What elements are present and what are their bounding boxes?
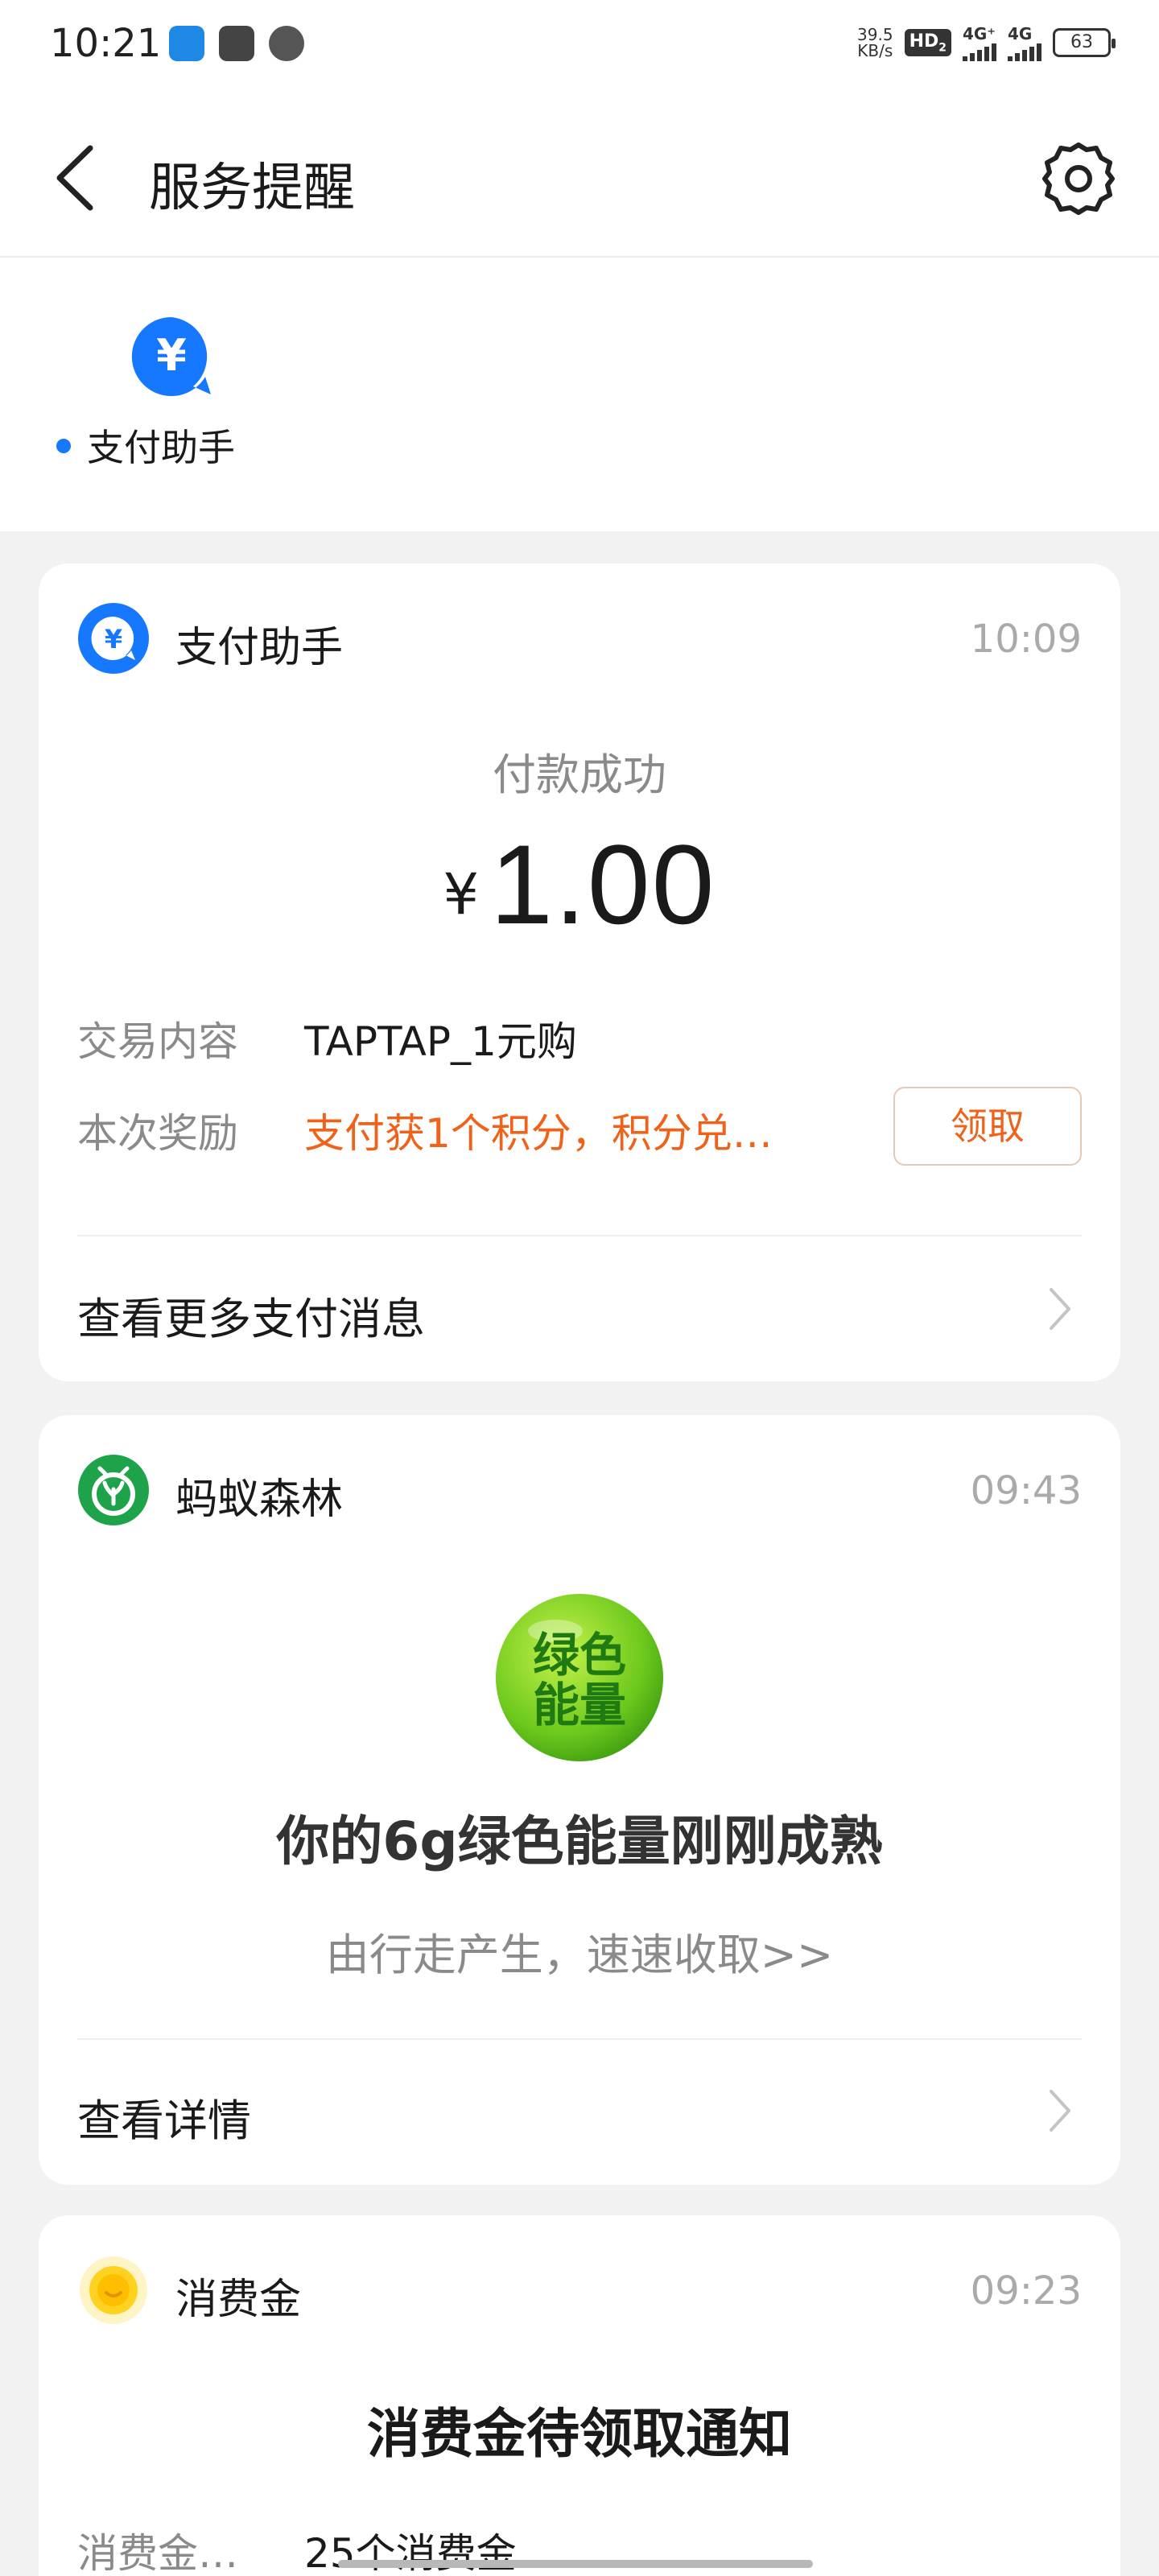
- yen-chat-icon: ¥: [131, 316, 211, 396]
- coupon-title: 消费金待领取通知: [367, 2403, 792, 2465]
- consumption-gold-card[interactable]: 消费金 09:23 消费金待领取通知 消费金… 25个消费金: [39, 2215, 1120, 2576]
- signal-icon: 4G⁺: [963, 24, 996, 61]
- chevron-right-icon: [1050, 2090, 1070, 2132]
- card-time: 10:09: [970, 617, 1082, 662]
- card-time: 09:23: [970, 2268, 1082, 2314]
- ant-forest-card[interactable]: 蚂蚁森林 09:43 绿色 能量 你的6g绿色能量刚刚成熟 由行走产生，速速收取…: [39, 1415, 1120, 2185]
- reward-label: 本次奖励: [77, 1110, 238, 1157]
- green-energy-ball-icon: 绿色 能量: [496, 1594, 663, 1761]
- link-label: 查看更多支付消息: [77, 1294, 425, 1344]
- net-speed: 39.5 KB/s: [857, 25, 893, 60]
- settings-button[interactable]: [1038, 138, 1119, 219]
- link-label: 查看详情: [77, 2095, 251, 2146]
- card-source-name: 蚂蚁森林: [175, 1476, 344, 1524]
- chevron-left-icon: [56, 145, 93, 211]
- energy-subtitle[interactable]: 由行走产生，速速收取>>: [39, 1919, 1120, 1983]
- payment-card[interactable]: ¥ 支付助手 10:09 付款成功 ¥1.00 交易内容 TAPTAP_1元购 …: [39, 564, 1120, 1381]
- hd-icon: HD2: [904, 28, 951, 57]
- coupon-label: 消费金…: [77, 2530, 238, 2576]
- claim-button[interactable]: 领取: [893, 1087, 1082, 1166]
- view-details-link[interactable]: 查看详情: [77, 2067, 1082, 2156]
- energy-title: 你的6g绿色能量刚刚成熟: [276, 1810, 883, 1872]
- content-value: TAPTAP_1元购: [304, 1018, 577, 1065]
- status-right: 39.5 KB/s HD2 4G⁺ 4G 63: [857, 24, 1116, 61]
- svg-text:能量: 能量: [533, 1678, 626, 1732]
- qq-app-icon: [169, 26, 204, 61]
- divider: [77, 2038, 1082, 2040]
- amount-value: 1.00: [490, 821, 716, 947]
- svg-text:¥: ¥: [156, 330, 187, 381]
- home-indicator[interactable]: [338, 2560, 813, 2568]
- status-time: 10:21: [50, 21, 162, 66]
- card-header: 消费金 09:23: [77, 2254, 1082, 2326]
- chevron-right-icon: [1050, 1288, 1070, 1330]
- gear-icon: [1042, 142, 1115, 215]
- app-header: 服务提醒: [0, 89, 1159, 258]
- cat-app-icon: [269, 26, 304, 61]
- payment-amount: ¥1.00: [39, 819, 1120, 950]
- more-payment-messages-link[interactable]: 查看更多支付消息: [77, 1265, 1082, 1354]
- gold-coin-icon: [80, 2256, 147, 2324]
- yen-chat-icon: ¥: [78, 603, 149, 674]
- active-dot: [56, 439, 71, 453]
- card-source-name: 消费金: [175, 2276, 302, 2324]
- tab-label: 支付助手: [87, 426, 235, 469]
- payment-status: 付款成功: [493, 749, 666, 800]
- svg-text:绿色: 绿色: [533, 1628, 626, 1682]
- back-button[interactable]: [48, 142, 105, 214]
- page-title: 服务提醒: [149, 159, 355, 218]
- content-label: 交易内容: [77, 1018, 238, 1065]
- service-tabs: ¥ 支付助手: [0, 258, 1159, 531]
- svg-text:¥: ¥: [105, 624, 122, 654]
- divider: [77, 1235, 1082, 1236]
- status-bar: 10:21 39.5 KB/s HD2 4G⁺ 4G 63: [0, 0, 1159, 89]
- signal-icon-2: 4G: [1008, 24, 1041, 61]
- notification-icons: [169, 26, 304, 61]
- battery-icon: 63: [1053, 28, 1116, 57]
- tab-payment-assistant[interactable]: ¥ 支付助手: [56, 314, 250, 491]
- currency-symbol: ¥: [443, 861, 480, 927]
- card-header: 蚂蚁森林 09:43: [77, 1454, 1082, 1526]
- card-source-name: 支付助手: [175, 624, 344, 672]
- card-header: ¥ 支付助手 10:09: [77, 602, 1082, 675]
- reward-value[interactable]: 支付获1个积分，积分兑…: [304, 1101, 773, 1159]
- ant-forest-logo-icon: [78, 1455, 149, 1525]
- card-time: 09:43: [970, 1468, 1082, 1513]
- alipay-app-icon: [219, 26, 254, 61]
